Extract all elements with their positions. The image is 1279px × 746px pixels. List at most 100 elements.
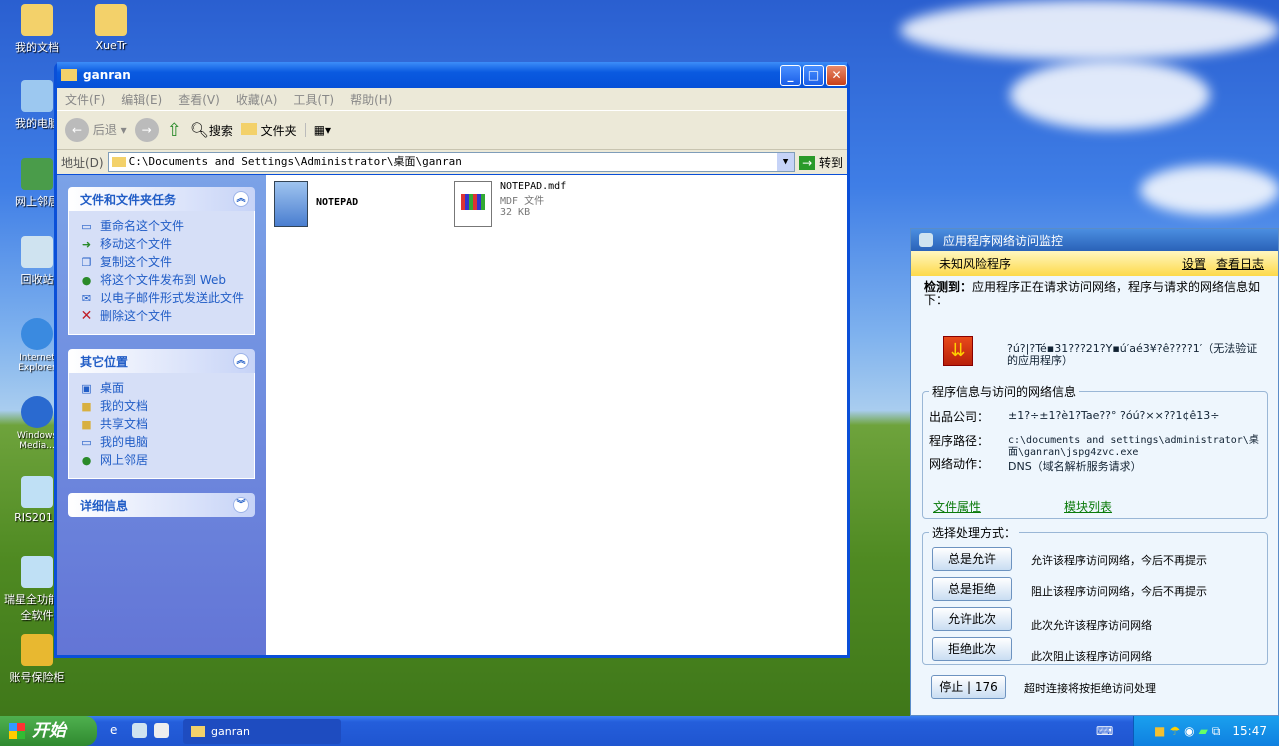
safe-icon xyxy=(21,634,53,666)
panel-header[interactable]: 其它位置 ︽ xyxy=(68,349,255,373)
option-desc: 此次阻止该程序访问网络 xyxy=(1031,650,1152,663)
mdf-file-icon xyxy=(454,181,492,227)
task-email[interactable]: ✉ 以电子邮件形式发送此文件 xyxy=(79,292,244,307)
allow-once-button[interactable]: 允许此次 xyxy=(932,607,1012,631)
system-tray: ■ ☂ ◉ ▰ ⧉ 15:47 xyxy=(1133,716,1279,746)
go-arrow-icon: → xyxy=(799,155,816,170)
go-button[interactable]: → 转到 xyxy=(799,154,843,171)
move-icon: ➜ xyxy=(81,238,92,251)
recycle-bin-icon xyxy=(21,236,53,268)
always-allow-button[interactable]: 总是允许 xyxy=(932,547,1012,571)
file-item-notepad-mdf[interactable]: NOTEPAD.mdf MDF 文件 32 KB xyxy=(454,181,566,227)
dialog-title-bar[interactable]: 应用程序网络访问监控 xyxy=(911,229,1278,251)
quick-launch-shield-icon[interactable] xyxy=(132,723,147,738)
view-log-link[interactable]: 查看日志 xyxy=(1216,255,1264,272)
address-input[interactable]: C:\Documents and Settings\Administrator\… xyxy=(107,152,796,172)
quick-launch-desktop-icon[interactable] xyxy=(154,723,169,738)
close-button[interactable]: ✕ xyxy=(826,64,847,86)
program-info-group: 程序信息与访问的网络信息 出品公司： ±1?÷±1?è1?Tae??° ?óú?… xyxy=(922,383,1268,519)
file-name: NOTEPAD.mdf xyxy=(500,181,567,192)
detected-text: 应用程序正在请求访问网络，程序与请求的网络信息如下： xyxy=(924,280,1261,307)
umbrella-tray-icon[interactable]: ☂ xyxy=(1169,724,1180,738)
file-item-notepad[interactable]: NOTEPAD xyxy=(274,181,358,227)
place-label: 我的文档 xyxy=(100,399,149,413)
start-label: 开始 xyxy=(32,721,66,741)
panel-title: 其它位置 xyxy=(80,354,129,369)
menu-edit[interactable]: 编辑(E) xyxy=(113,91,170,108)
place-desktop[interactable]: ▣ 桌面 xyxy=(79,382,244,397)
forward-button[interactable]: → xyxy=(134,118,159,142)
collapse-icon[interactable]: ︽ xyxy=(233,353,249,369)
windows-logo-icon xyxy=(9,723,25,739)
settings-link[interactable]: 设置 xyxy=(1182,255,1206,272)
taskbar-button-ganran[interactable]: ganran xyxy=(183,719,341,744)
folder-icon xyxy=(111,157,126,167)
minimize-button[interactable]: _ xyxy=(780,64,801,86)
search-button[interactable]: 🔍︎搜索 xyxy=(190,121,233,139)
folders-button[interactable]: 文件夹 xyxy=(240,122,297,139)
shield-icon xyxy=(919,233,933,247)
task-publish-web[interactable]: ● 将这个文件发布到 Web xyxy=(79,274,244,289)
group-title: 程序信息与访问的网络信息 xyxy=(929,383,1080,400)
place-my-computer[interactable]: ▭ 我的电脑 xyxy=(79,436,244,451)
window-title: ganran xyxy=(83,68,131,82)
network-icon xyxy=(21,158,53,190)
path-label: 程序路径： xyxy=(929,434,990,448)
panel-header[interactable]: 详细信息 ︾ xyxy=(68,493,255,517)
place-label: 我的电脑 xyxy=(100,435,149,449)
safe-tray-icon[interactable]: ■ xyxy=(1154,724,1165,738)
delete-icon: ✕ xyxy=(80,308,93,324)
other-places-panel: 其它位置 ︽ ▣ 桌面 ■ 我的文档 ■ 共享文档 ▭ 我的电脑 ● 网上邻居 xyxy=(68,349,255,479)
task-rename[interactable]: ▭ 重命名这个文件 xyxy=(79,220,244,235)
keyboard-icon[interactable]: ⌨ xyxy=(1096,724,1113,738)
place-shared-documents[interactable]: ■ 共享文档 xyxy=(79,418,244,433)
expand-icon[interactable]: ︾ xyxy=(233,497,249,513)
up-folder-icon[interactable]: ⇧ xyxy=(167,120,182,141)
media-player-icon xyxy=(21,396,53,428)
group-title: 选择处理方式： xyxy=(929,524,1020,541)
task-delete[interactable]: ✕ 删除这个文件 xyxy=(79,308,244,325)
network-monitor-dialog: 应用程序网络访问监控 未知风险程序 设置 查看日志 检测到：应用程序正在请求访问网络… xyxy=(910,228,1279,716)
menu-view[interactable]: 查看(V) xyxy=(170,91,228,108)
menu-help[interactable]: 帮助(H) xyxy=(342,91,400,108)
file-properties-link[interactable]: 文件属性 xyxy=(933,498,981,515)
network-tray-icon[interactable]: ▰ xyxy=(1199,724,1208,738)
views-button[interactable]: ▦▾ xyxy=(304,123,331,137)
icon-label: 账号保险柜 xyxy=(9,671,65,684)
file-list: NOTEPAD NOTEPAD.mdf MDF 文件 32 KB xyxy=(266,175,847,655)
publisher-value: ±1?÷±1?è1?Tae??° ?óú?××??1¢ê13÷ xyxy=(1008,409,1220,422)
folder-icon: ■ xyxy=(81,418,92,431)
start-button[interactable]: 开始 xyxy=(0,716,97,746)
folder-icon: ■ xyxy=(81,400,92,413)
place-my-documents[interactable]: ■ 我的文档 xyxy=(79,400,244,415)
always-deny-button[interactable]: 总是拒绝 xyxy=(932,577,1012,601)
volume-tray-icon[interactable]: ◉ xyxy=(1184,724,1194,738)
maximize-button[interactable]: □ xyxy=(803,64,824,86)
task-copy[interactable]: ❐ 复制这个文件 xyxy=(79,256,244,271)
deny-once-button[interactable]: 拒绝此次 xyxy=(932,637,1012,661)
desktop-icon-xuetr[interactable]: XueTr xyxy=(74,4,148,52)
menu-file[interactable]: 文件(F) xyxy=(57,91,113,108)
place-label: 网上邻居 xyxy=(100,453,149,467)
desktop-icon-my-documents[interactable]: 我的文档 xyxy=(0,4,74,55)
dropdown-arrow-icon[interactable]: ▼ xyxy=(777,153,795,171)
panel-header[interactable]: 文件和文件夹任务 ︽ xyxy=(68,187,255,211)
title-bar[interactable]: ganran _ □ ✕ xyxy=(57,62,847,88)
place-network[interactable]: ● 网上邻居 xyxy=(79,454,244,469)
module-list-link[interactable]: 模块列表 xyxy=(1064,498,1112,515)
menu-favorites[interactable]: 收藏(A) xyxy=(228,91,286,108)
quick-launch-ie-icon[interactable]: e xyxy=(110,723,117,737)
stop-countdown-button[interactable]: 停止 | 176 xyxy=(931,675,1006,699)
windows-tray-icon[interactable]: ⧉ xyxy=(1212,724,1221,739)
lion-shield-icon xyxy=(21,556,53,588)
file-tasks-panel: 文件和文件夹任务 ︽ ▭ 重命名这个文件 ➜ 移动这个文件 ❐ 复制这个文件 ● 将这个文… xyxy=(68,187,255,335)
collapse-icon[interactable]: ︽ xyxy=(233,191,249,207)
task-label: 删除这个文件 xyxy=(100,309,173,323)
back-label: 后退 xyxy=(92,123,117,137)
menu-tools[interactable]: 工具(T) xyxy=(285,91,342,108)
explorer-window: ganran _ □ ✕ 文件(F) 编辑(E) 查看(V) 收藏(A) 工具(… xyxy=(54,62,850,658)
task-move[interactable]: ➜ 移动这个文件 xyxy=(79,238,244,253)
back-button[interactable]: ← 后退 ▾ xyxy=(65,118,127,142)
ie-icon xyxy=(21,318,53,350)
task-pane: 文件和文件夹任务 ︽ ▭ 重命名这个文件 ➜ 移动这个文件 ❐ 复制这个文件 ● 将这个文… xyxy=(57,175,266,655)
